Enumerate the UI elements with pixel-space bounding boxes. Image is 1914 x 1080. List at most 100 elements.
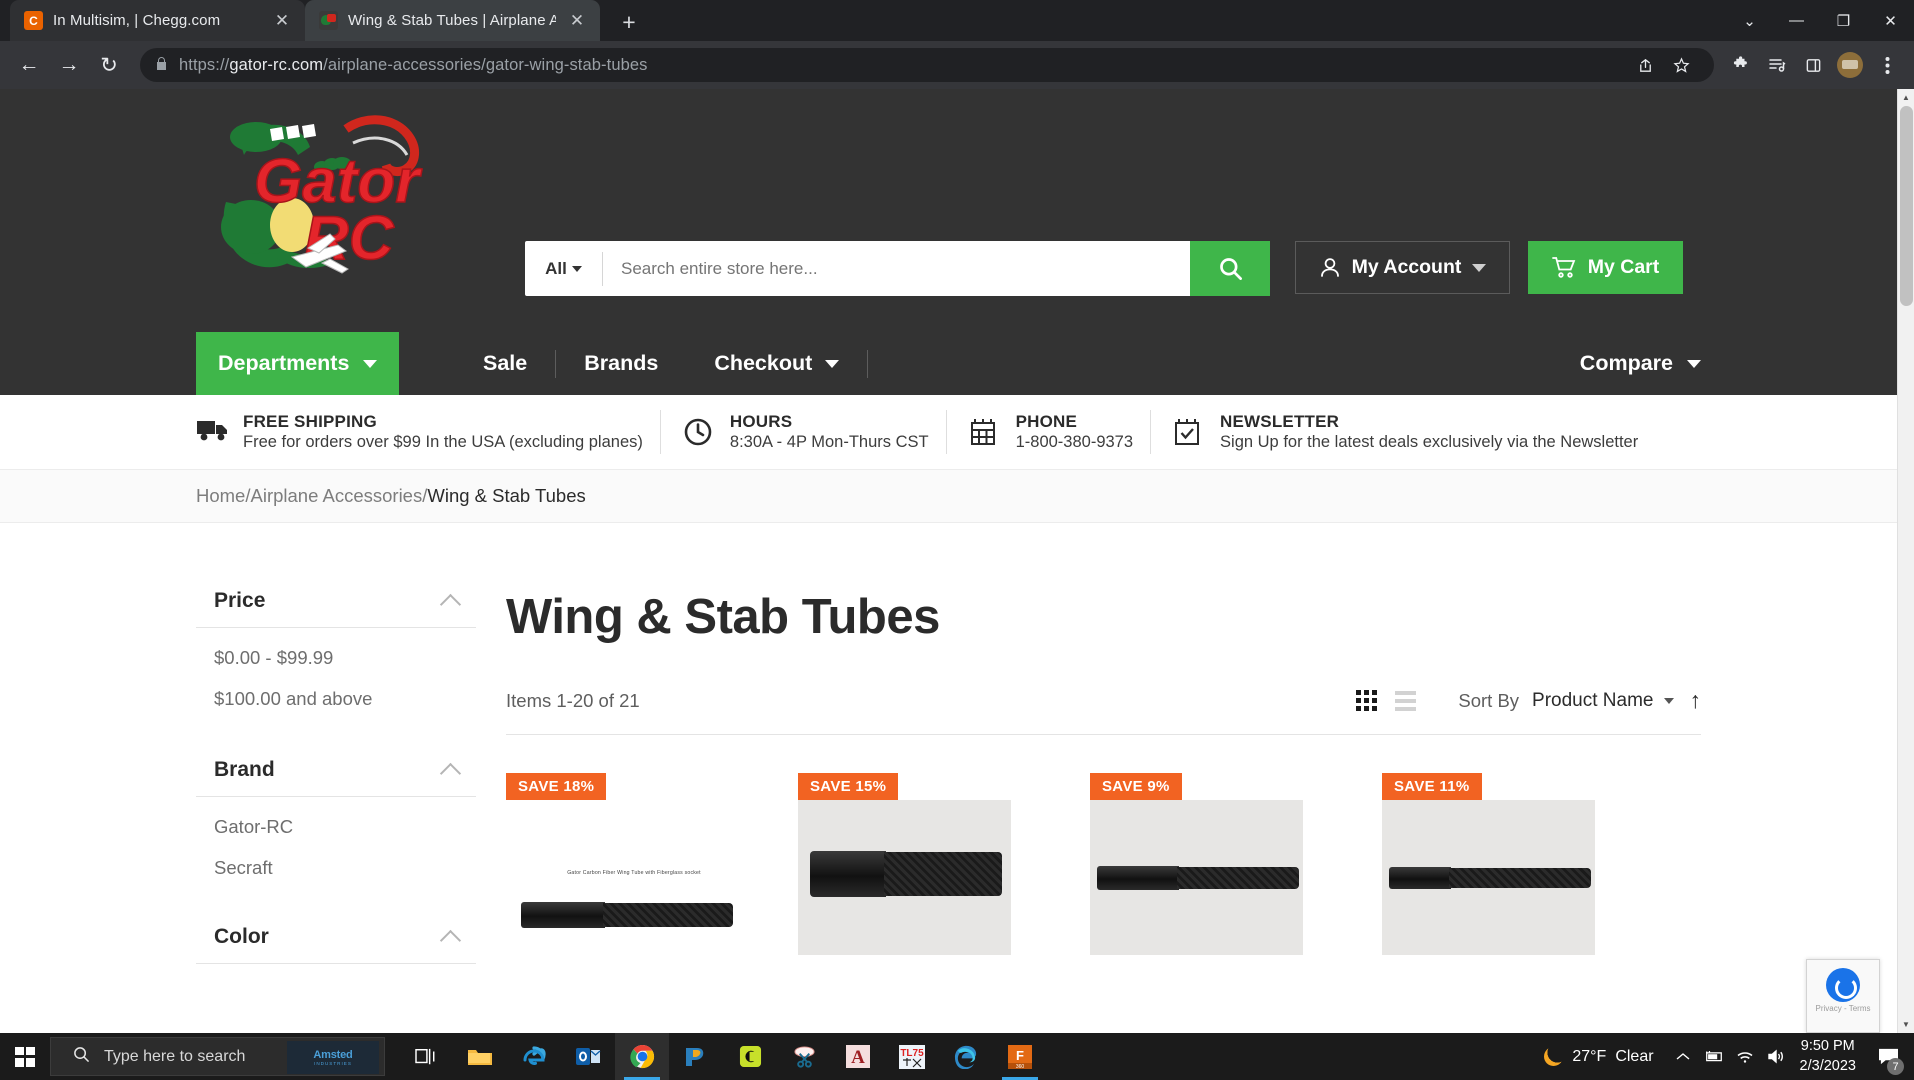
autocad-icon[interactable]: A [831,1033,885,1080]
search-category-select[interactable]: All [525,251,603,286]
chegg-icon[interactable] [723,1033,777,1080]
recaptcha-badge[interactable]: Privacy - Terms [1806,959,1880,1033]
my-cart-button[interactable]: My Cart [1528,241,1683,294]
scrollbar-track[interactable] [1898,106,1914,1016]
search-submit-button[interactable] [1190,241,1270,296]
minimize-icon[interactable]: — [1773,0,1820,41]
address-bar[interactable]: https://gator-rc.com/airplane-accessorie… [140,48,1714,82]
filter-option[interactable]: $100.00 and above [196,669,476,710]
nav-links: Sale Brands Checkout [455,332,869,395]
gator-rc-logo[interactable]: Gator RC [196,107,456,282]
close-icon[interactable]: ✕ [271,12,293,29]
reload-icon[interactable]: ↻ [90,46,128,84]
forward-icon[interactable]: → [50,46,88,84]
filter-header-brand[interactable]: Brand [196,758,476,797]
side-panel-icon[interactable] [1796,48,1830,82]
breadcrumb-home[interactable]: Home [196,485,245,506]
profile-avatar[interactable] [1837,52,1863,78]
back-icon[interactable]: ← [10,46,48,84]
omnibox-actions [1628,48,1698,82]
my-account-button[interactable]: My Account [1295,241,1510,294]
breadcrumb-parent[interactable]: Airplane Accessories [251,485,423,506]
bookmark-star-icon[interactable] [1664,48,1698,82]
grid-view-icon[interactable] [1356,690,1378,711]
close-icon[interactable]: ✕ [566,12,588,29]
filter-option[interactable]: Secraft [196,838,476,879]
nav-item-brands[interactable]: Brands [556,351,686,376]
restore-icon[interactable]: ❐ [1820,0,1867,41]
product-card[interactable]: SAVE 18% Gator Carbon Fiber Wing Tube wi… [506,773,762,955]
taskbar-search-box[interactable]: Type here to search Amsted INDUSTRIES [50,1037,385,1076]
chevron-down-icon [363,359,378,368]
list-view-icon[interactable] [1395,690,1417,711]
nav-item-checkout[interactable]: Checkout [686,351,867,376]
tl75-icon[interactable]: TL75 [885,1033,939,1080]
wifi-icon[interactable] [1730,1033,1761,1080]
outlook-icon[interactable] [561,1033,615,1080]
taskbar-apps: A TL75 F 360 [399,1033,1047,1080]
page-viewport: Gator RC All Search entire store here...… [0,89,1914,1033]
weather-temp: 27°F [1572,1047,1607,1065]
volume-icon[interactable] [1761,1033,1792,1080]
taskbar-clock[interactable]: 9:50 PM 2/3/2023 [1792,1037,1868,1076]
browser-tab-gator[interactable]: Wing & Stab Tubes | Airplane Ac ✕ [305,0,600,41]
sort-by-select[interactable]: Product Name [1532,690,1674,712]
search-input[interactable] [603,241,1190,296]
amsted-search-widget[interactable]: Amsted INDUSTRIES [287,1041,379,1074]
new-tab-button[interactable]: + [614,11,644,34]
weather-widget[interactable]: 27°F Clear [1530,1047,1667,1066]
compare-menu-button[interactable]: Compare [1580,332,1701,395]
product-image[interactable] [798,800,1011,955]
nav-item-sale[interactable]: Sale [455,351,555,376]
snipping-tool-icon[interactable] [777,1033,831,1080]
notification-center-button[interactable]: 7 [1868,1033,1908,1080]
start-button[interactable] [0,1033,50,1080]
filter-group-brand: Brand Gator-RC Secraft [196,758,476,879]
battery-icon[interactable] [1699,1033,1730,1080]
site-header: Gator RC All Search entire store here...… [0,89,1897,332]
show-hidden-icons-chevron[interactable] [1668,1033,1699,1080]
filter-sidebar: Price $0.00 - $99.99 $100.00 and above B… [196,589,476,1010]
file-explorer-icon[interactable] [453,1033,507,1080]
chevron-down-icon[interactable]: ⌄ [1726,0,1773,41]
chrome-icon[interactable] [615,1033,669,1080]
amsted-name: Amsted [313,1049,353,1061]
product-card[interactable]: SAVE 9% [1090,773,1346,955]
bluebeam-icon[interactable] [669,1033,723,1080]
chevron-up-icon[interactable] [439,593,462,615]
task-view-icon[interactable] [399,1033,453,1080]
scroll-up-arrow[interactable]: ▲ [1898,89,1914,106]
product-image[interactable] [1382,800,1595,955]
filter-option[interactable]: Gator-RC [196,797,476,838]
product-card[interactable]: SAVE 11% [1382,773,1638,955]
share-icon[interactable] [1628,48,1662,82]
filter-header-price[interactable]: Price [196,589,476,628]
sort-direction-button[interactable]: ↑ [1690,689,1702,712]
product-listing: Wing & Stab Tubes Items 1-20 of 21 Sort … [476,589,1897,1010]
internet-explorer-icon[interactable] [507,1033,561,1080]
filter-title: Color [214,925,269,948]
departments-menu-button[interactable]: Departments [196,332,400,395]
recaptcha-privacy-link[interactable]: Privacy [1816,1004,1842,1013]
chevron-up-icon[interactable] [439,762,462,784]
chevron-up-icon[interactable] [439,929,462,951]
chrome-menu-icon[interactable] [1870,48,1904,82]
edge-icon[interactable] [939,1033,993,1080]
scrollbar-thumb[interactable] [1900,106,1913,306]
breadcrumb-bar: Home/Airplane Accessories/Wing & Stab Tu… [0,469,1897,523]
chevron-down-icon [1472,263,1487,272]
fusion360-icon[interactable]: F 360 [993,1033,1047,1080]
filter-option[interactable]: $0.00 - $99.99 [196,628,476,669]
filter-header-color[interactable]: Color [196,925,476,964]
close-window-icon[interactable]: ✕ [1867,0,1914,41]
page-scrollbar[interactable]: ▲ ▼ [1897,89,1914,1033]
scroll-down-arrow[interactable]: ▼ [1898,1016,1914,1033]
browser-tab-chegg[interactable]: C In Multisim, | Chegg.com ✕ [10,0,305,41]
extensions-puzzle-icon[interactable] [1724,48,1758,82]
product-card[interactable]: SAVE 15% [798,773,1054,955]
product-image[interactable] [1090,800,1303,955]
windows-taskbar: Type here to search Amsted INDUSTRIES A … [0,1033,1914,1080]
recaptcha-terms-link[interactable]: Terms [1849,1004,1871,1013]
product-image[interactable]: Gator Carbon Fiber Wing Tube with Fiberg… [506,800,762,955]
reading-list-icon[interactable] [1760,48,1794,82]
